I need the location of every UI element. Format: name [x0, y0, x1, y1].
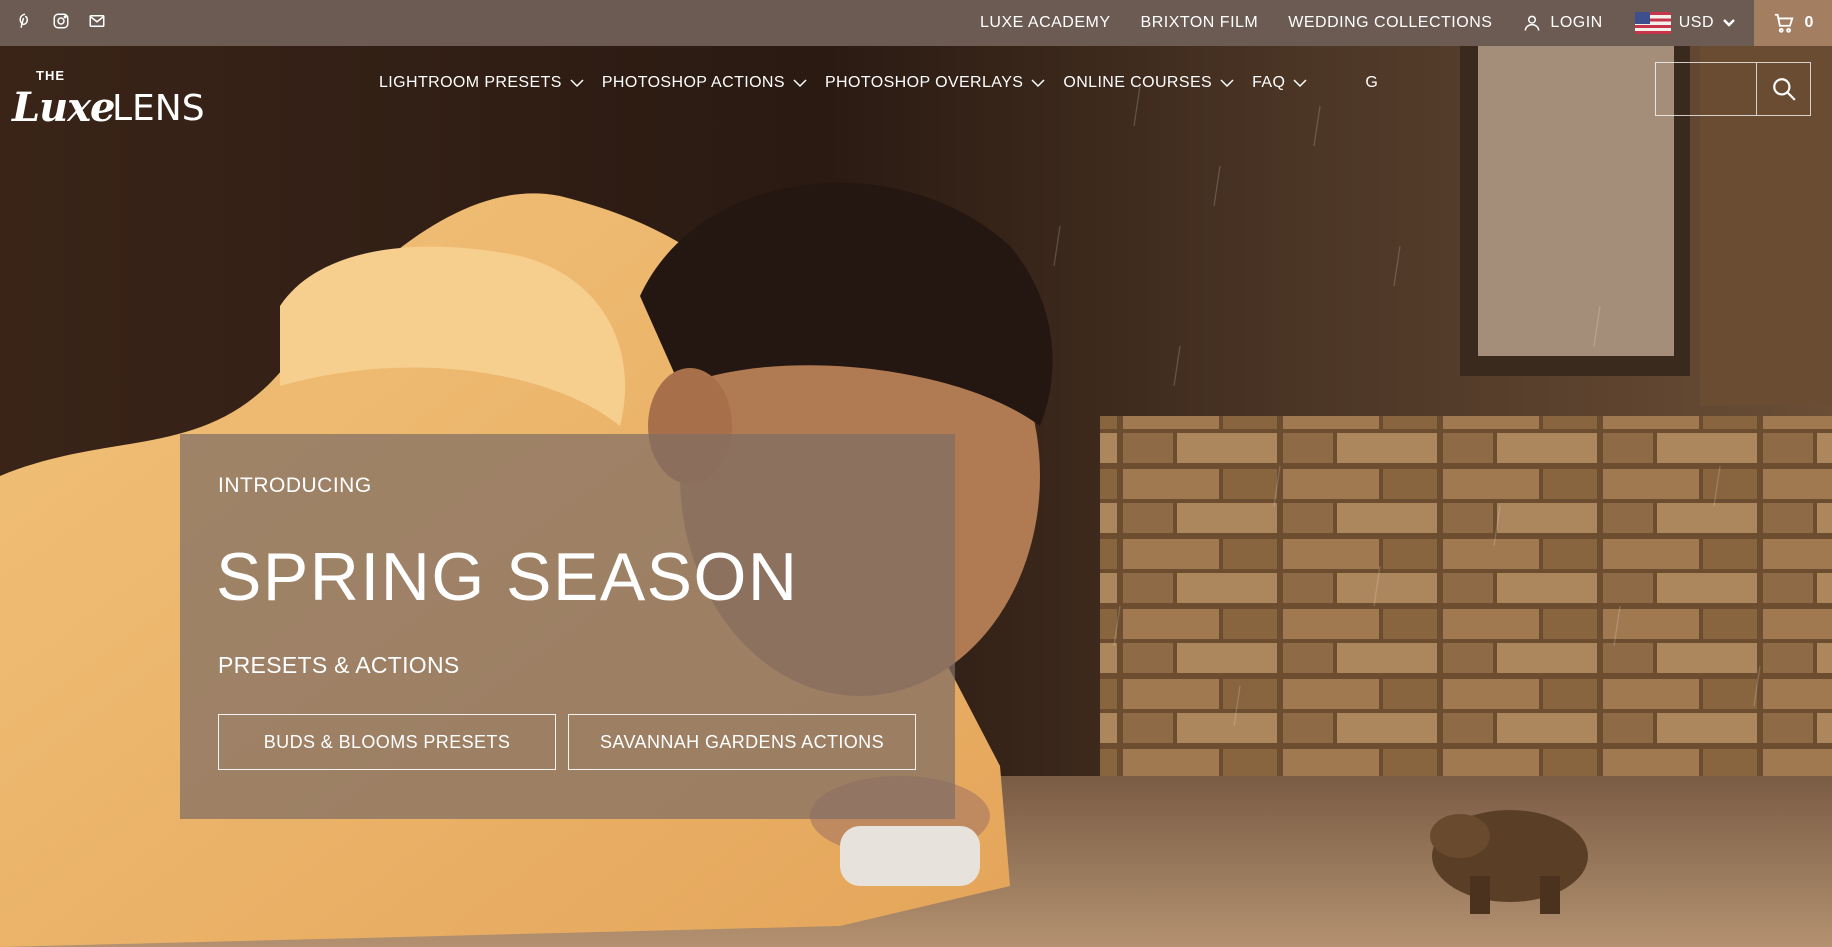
top-links: LUXE ACADEMY BRIXTON FILM WEDDING COLLEC… [980, 0, 1832, 46]
savannah-gardens-actions-button[interactable]: SAVANNAH GARDENS ACTIONS [568, 714, 916, 770]
nav-item-label: G [1365, 74, 1379, 91]
site-logo[interactable]: THE Luxe LENS [12, 64, 205, 134]
pinterest-icon[interactable] [14, 10, 36, 32]
social-links [14, 10, 108, 32]
search-box[interactable] [1655, 62, 1811, 116]
cart-button[interactable]: 0 [1754, 0, 1832, 46]
logo-luxe: Luxe [12, 84, 116, 131]
cart-count: 0 [1804, 14, 1814, 31]
chevron-down-icon [1293, 79, 1307, 88]
top-link-luxe-academy[interactable]: LUXE ACADEMY [980, 14, 1110, 32]
nav-item-photoshop-overlays[interactable]: PHOTOSHOP OVERLAYS [825, 74, 1045, 92]
chevron-down-icon [793, 79, 807, 88]
email-icon[interactable] [86, 10, 108, 32]
nav-item-blog[interactable]: G [1365, 74, 1378, 92]
buds-blooms-presets-button[interactable]: BUDS & BLOOMS PRESETS [218, 714, 556, 770]
chevron-down-icon [1031, 79, 1045, 88]
login-link[interactable]: LOGIN [1522, 13, 1602, 33]
nav-item-lightroom-presets[interactable]: LIGHTROOM PRESETS [379, 74, 584, 92]
promo-title: SPRING SEASON [216, 539, 799, 615]
search-input[interactable] [1656, 63, 1756, 115]
chevron-down-icon [1723, 19, 1735, 27]
nav-item-faq[interactable]: FAQ [1252, 74, 1307, 92]
logo-the: THE [36, 68, 65, 83]
main-nav: LIGHTROOM PRESETS PHOTOSHOP ACTIONS PHOT… [379, 74, 1396, 92]
currency-label: USD [1678, 14, 1714, 31]
nav-item-label: PHOTOSHOP ACTIONS [601, 74, 785, 91]
nav-item-online-courses[interactable]: ONLINE COURSES [1063, 74, 1234, 92]
nav-item-label: FAQ [1252, 74, 1286, 91]
search-button[interactable] [1756, 63, 1810, 115]
nav-item-label: LIGHTROOM PRESETS [379, 74, 562, 91]
search-icon [1772, 78, 1796, 101]
cart-icon [1774, 13, 1794, 33]
top-utility-bar: LUXE ACADEMY BRIXTON FILM WEDDING COLLEC… [0, 0, 1832, 46]
nav-item-label: ONLINE COURSES [1063, 74, 1213, 91]
promo-eyebrow: INTRODUCING [218, 474, 372, 497]
promo-card: INTRODUCING SPRING SEASON PRESETS & ACTI… [180, 434, 955, 819]
user-icon [1525, 15, 1540, 31]
nav-item-photoshop-actions[interactable]: PHOTOSHOP ACTIONS [602, 74, 807, 92]
us-flag-icon [1634, 12, 1671, 34]
currency-selector[interactable]: USD [1634, 12, 1736, 34]
chevron-down-icon [570, 79, 584, 88]
logo-lens: LENS [112, 88, 205, 129]
instagram-icon[interactable] [50, 10, 72, 32]
chevron-down-icon [1220, 79, 1234, 88]
login-label: LOGIN [1550, 14, 1603, 31]
promo-subtitle: PRESETS & ACTIONS [218, 652, 460, 678]
nav-item-label: PHOTOSHOP OVERLAYS [824, 74, 1024, 91]
top-link-wedding-collections[interactable]: WEDDING COLLECTIONS [1288, 14, 1492, 32]
top-link-brixton-film[interactable]: BRIXTON FILM [1141, 14, 1259, 32]
